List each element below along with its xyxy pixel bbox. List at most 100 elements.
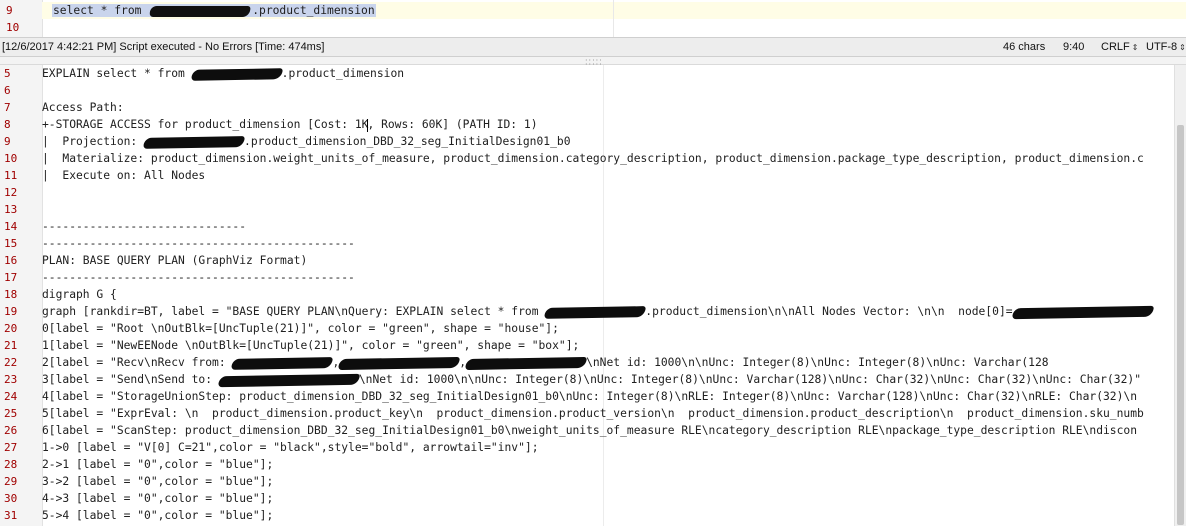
query-editor[interactable]: 9 10 select * from .product_dimension: [0, 0, 1186, 37]
output-line[interactable]: 16 PLAN: BASE QUERY PLAN (GraphViz Format…: [0, 252, 1174, 269]
output-line[interactable]: 6: [0, 82, 1174, 99]
scrollbar-thumb[interactable]: [1177, 125, 1184, 525]
output-line[interactable]: 26 6[label = "ScanStep: product_dimension…: [0, 422, 1174, 439]
output-line[interactable]: 31 5->4 [label = "0",color = "blue"];: [0, 507, 1174, 524]
encoding-value: UTF-8: [1146, 41, 1178, 53]
line-ending-selector[interactable]: CRLF ⇕: [1101, 41, 1138, 53]
code-text: 3[label = "Send\nSend to: \nNet id: 1000…: [42, 371, 1172, 388]
code-text: 6[label = "ScanStep: product_dimension_D…: [42, 422, 1172, 439]
redaction-mark: [465, 356, 588, 370]
line-number: 14: [4, 220, 18, 233]
code-segment: 4[label = "StorageUnionStep: product_dim…: [42, 390, 1138, 403]
code-text: | Materialize: product_dimension.weight_…: [42, 150, 1172, 167]
output-line[interactable]: 21 1[label = "NewEENode \nOutBlk=[UncTupl…: [0, 337, 1174, 354]
line-number: 6: [4, 84, 11, 97]
code-segment: 4->3 [label = "0",color = "blue"];: [42, 492, 274, 505]
line-number: 26: [4, 424, 18, 437]
code-text: 4->3 [label = "0",color = "blue"];: [42, 490, 1172, 507]
code-text: ----------------------------------------…: [42, 269, 1172, 286]
up-down-arrows-icon: ⇕: [1131, 43, 1139, 52]
output-line[interactable]: 15 --------------------------------------…: [0, 235, 1174, 252]
code-segment: , Rows: 60K] (PATH ID: 1): [367, 118, 538, 131]
output-line[interactable]: 27 1->0 [label = "V[0] C=21",color = "bla…: [0, 439, 1174, 456]
code-text: 2[label = "Recv\nRecv from: ,, \nNet id: …: [42, 354, 1172, 371]
line-number: 30: [4, 492, 18, 505]
code-text: 2->1 [label = "0",color = "blue"];: [42, 456, 1172, 473]
vertical-scrollbar[interactable]: [1174, 65, 1186, 526]
redaction-mark: [231, 356, 334, 370]
line-number: 9: [6, 4, 13, 17]
code-segment: \nNet id: 1000\n\nUnc: Integer(8)\nUnc: …: [586, 356, 1049, 369]
output-line[interactable]: 22 2[label = "Recv\nRecv from: ,, \nNet id…: [0, 354, 1174, 371]
code-segment: EXPLAIN select * from: [42, 67, 192, 80]
line-number: 7: [4, 101, 11, 114]
redaction-mark: [338, 356, 461, 370]
output-line[interactable]: 18 digraph G {: [0, 286, 1174, 303]
output-line[interactable]: 7 Access Path:: [0, 99, 1174, 116]
code-text: 5->4 [label = "0",color = "blue"];: [42, 507, 1172, 524]
line-number: 10: [6, 21, 20, 34]
output-line[interactable]: 5 EXPLAIN select * from .product_dimensio…: [0, 65, 1174, 82]
pane-splitter[interactable]: ··········: [0, 57, 1186, 69]
output-line[interactable]: 8 +-STORAGE ACCESS for product_dimension …: [0, 116, 1174, 133]
output-line[interactable]: 14 ------------------------------: [0, 218, 1174, 235]
output-line[interactable]: 23 3[label = "Send\nSend to: \nNet id: 10…: [0, 371, 1174, 388]
code-segment: 3->2 [label = "0",color = "blue"];: [42, 475, 274, 488]
char-count: 46 chars: [1003, 41, 1046, 53]
redaction-mark: [190, 67, 283, 81]
output-line[interactable]: 9 | Projection: .product_dimension_DBD_32…: [0, 133, 1174, 150]
code-text: | Execute on: All Nodes: [42, 167, 1172, 184]
output-line[interactable]: 30 4->3 [label = "0",color = "blue"];: [0, 490, 1174, 507]
line-number: 21: [4, 339, 18, 352]
line-number: 18: [4, 288, 18, 301]
line-number: 8: [4, 118, 11, 131]
code-segment: PLAN: BASE QUERY PLAN (GraphViz Format): [42, 254, 308, 267]
line-number: 24: [4, 390, 18, 403]
output-line[interactable]: 24 4[label = "StorageUnionStep: product_d…: [0, 388, 1174, 405]
selected-query-text[interactable]: select * from .product_dimension: [52, 4, 376, 17]
line-ending-value: CRLF: [1101, 41, 1130, 53]
code-segment: digraph G {: [42, 288, 117, 301]
line-number: 13: [4, 203, 18, 216]
code-segment: 0[label = "Root \nOutBlk=[UncTuple(21)]"…: [42, 322, 559, 335]
code-segment: 1[label = "NewEENode \nOutBlk=[UncTuple(…: [42, 339, 580, 352]
output-line[interactable]: 13: [0, 201, 1174, 218]
code-segment: | Materialize: product_dimension.weight_…: [42, 152, 1144, 165]
cursor-position[interactable]: 9:40: [1063, 41, 1084, 53]
output-line[interactable]: 12: [0, 184, 1174, 201]
output-line[interactable]: 19 graph [rankdir=BT, label = "BASE QUERY…: [0, 303, 1174, 320]
code-segment: 5[label = "ExprEval: \n product_dimensio…: [42, 407, 1144, 420]
output-line[interactable]: 25 5[label = "ExprEval: \n product_dimens…: [0, 405, 1174, 422]
line-number: 25: [4, 407, 18, 420]
code-segment: +-STORAGE ACCESS for product_dimension […: [42, 118, 369, 131]
code-segment: 3[label = "Send\nSend to:: [42, 373, 219, 386]
output-editor[interactable]: 5 EXPLAIN select * from .product_dimensio…: [0, 65, 1186, 526]
output-line[interactable]: 11 | Execute on: All Nodes: [0, 167, 1174, 184]
output-line[interactable]: 10 | Materialize: product_dimension.weigh…: [0, 150, 1174, 167]
code-segment: 2->1 [label = "0",color = "blue"];: [42, 458, 274, 471]
margin-guide: [613, 0, 614, 37]
output-line[interactable]: 29 3->2 [label = "0",color = "blue"];: [0, 473, 1174, 490]
query-prefix: select * from: [53, 4, 149, 17]
line-number: 23: [4, 373, 18, 386]
up-down-arrows-icon: ⇕: [1179, 43, 1186, 52]
line-number: 19: [4, 305, 18, 318]
output-line[interactable]: 28 2->1 [label = "0",color = "blue"];: [0, 456, 1174, 473]
code-text: 1[label = "NewEENode \nOutBlk=[UncTuple(…: [42, 337, 1172, 354]
output-line[interactable]: 17 --------------------------------------…: [0, 269, 1174, 286]
code-segment: Access Path:: [42, 101, 124, 114]
query-line[interactable]: select * from .product_dimension: [42, 2, 1186, 19]
encoding-selector[interactable]: UTF-8 ⇕: [1146, 41, 1186, 53]
code-segment: | Projection:: [42, 135, 145, 148]
redaction-mark: [143, 135, 246, 149]
code-segment: | Execute on: All Nodes: [42, 169, 206, 182]
output-line[interactable]: 20 0[label = "Root \nOutBlk=[UncTuple(21)…: [0, 320, 1174, 337]
code-text: +-STORAGE ACCESS for product_dimension […: [42, 116, 1172, 133]
code-text: | Projection: .product_dimension_DBD_32_…: [42, 133, 1172, 150]
line-number: 22: [4, 356, 18, 369]
line-number: 27: [4, 441, 18, 454]
code-segment: 1->0 [label = "V[0] C=21",color = "black…: [42, 441, 539, 454]
code-segment: \nNet id: 1000\n\nUnc: Integer(8)\nUnc: …: [358, 373, 1141, 386]
code-text: 4[label = "StorageUnionStep: product_dim…: [42, 388, 1172, 405]
line-number: 20: [4, 322, 18, 335]
